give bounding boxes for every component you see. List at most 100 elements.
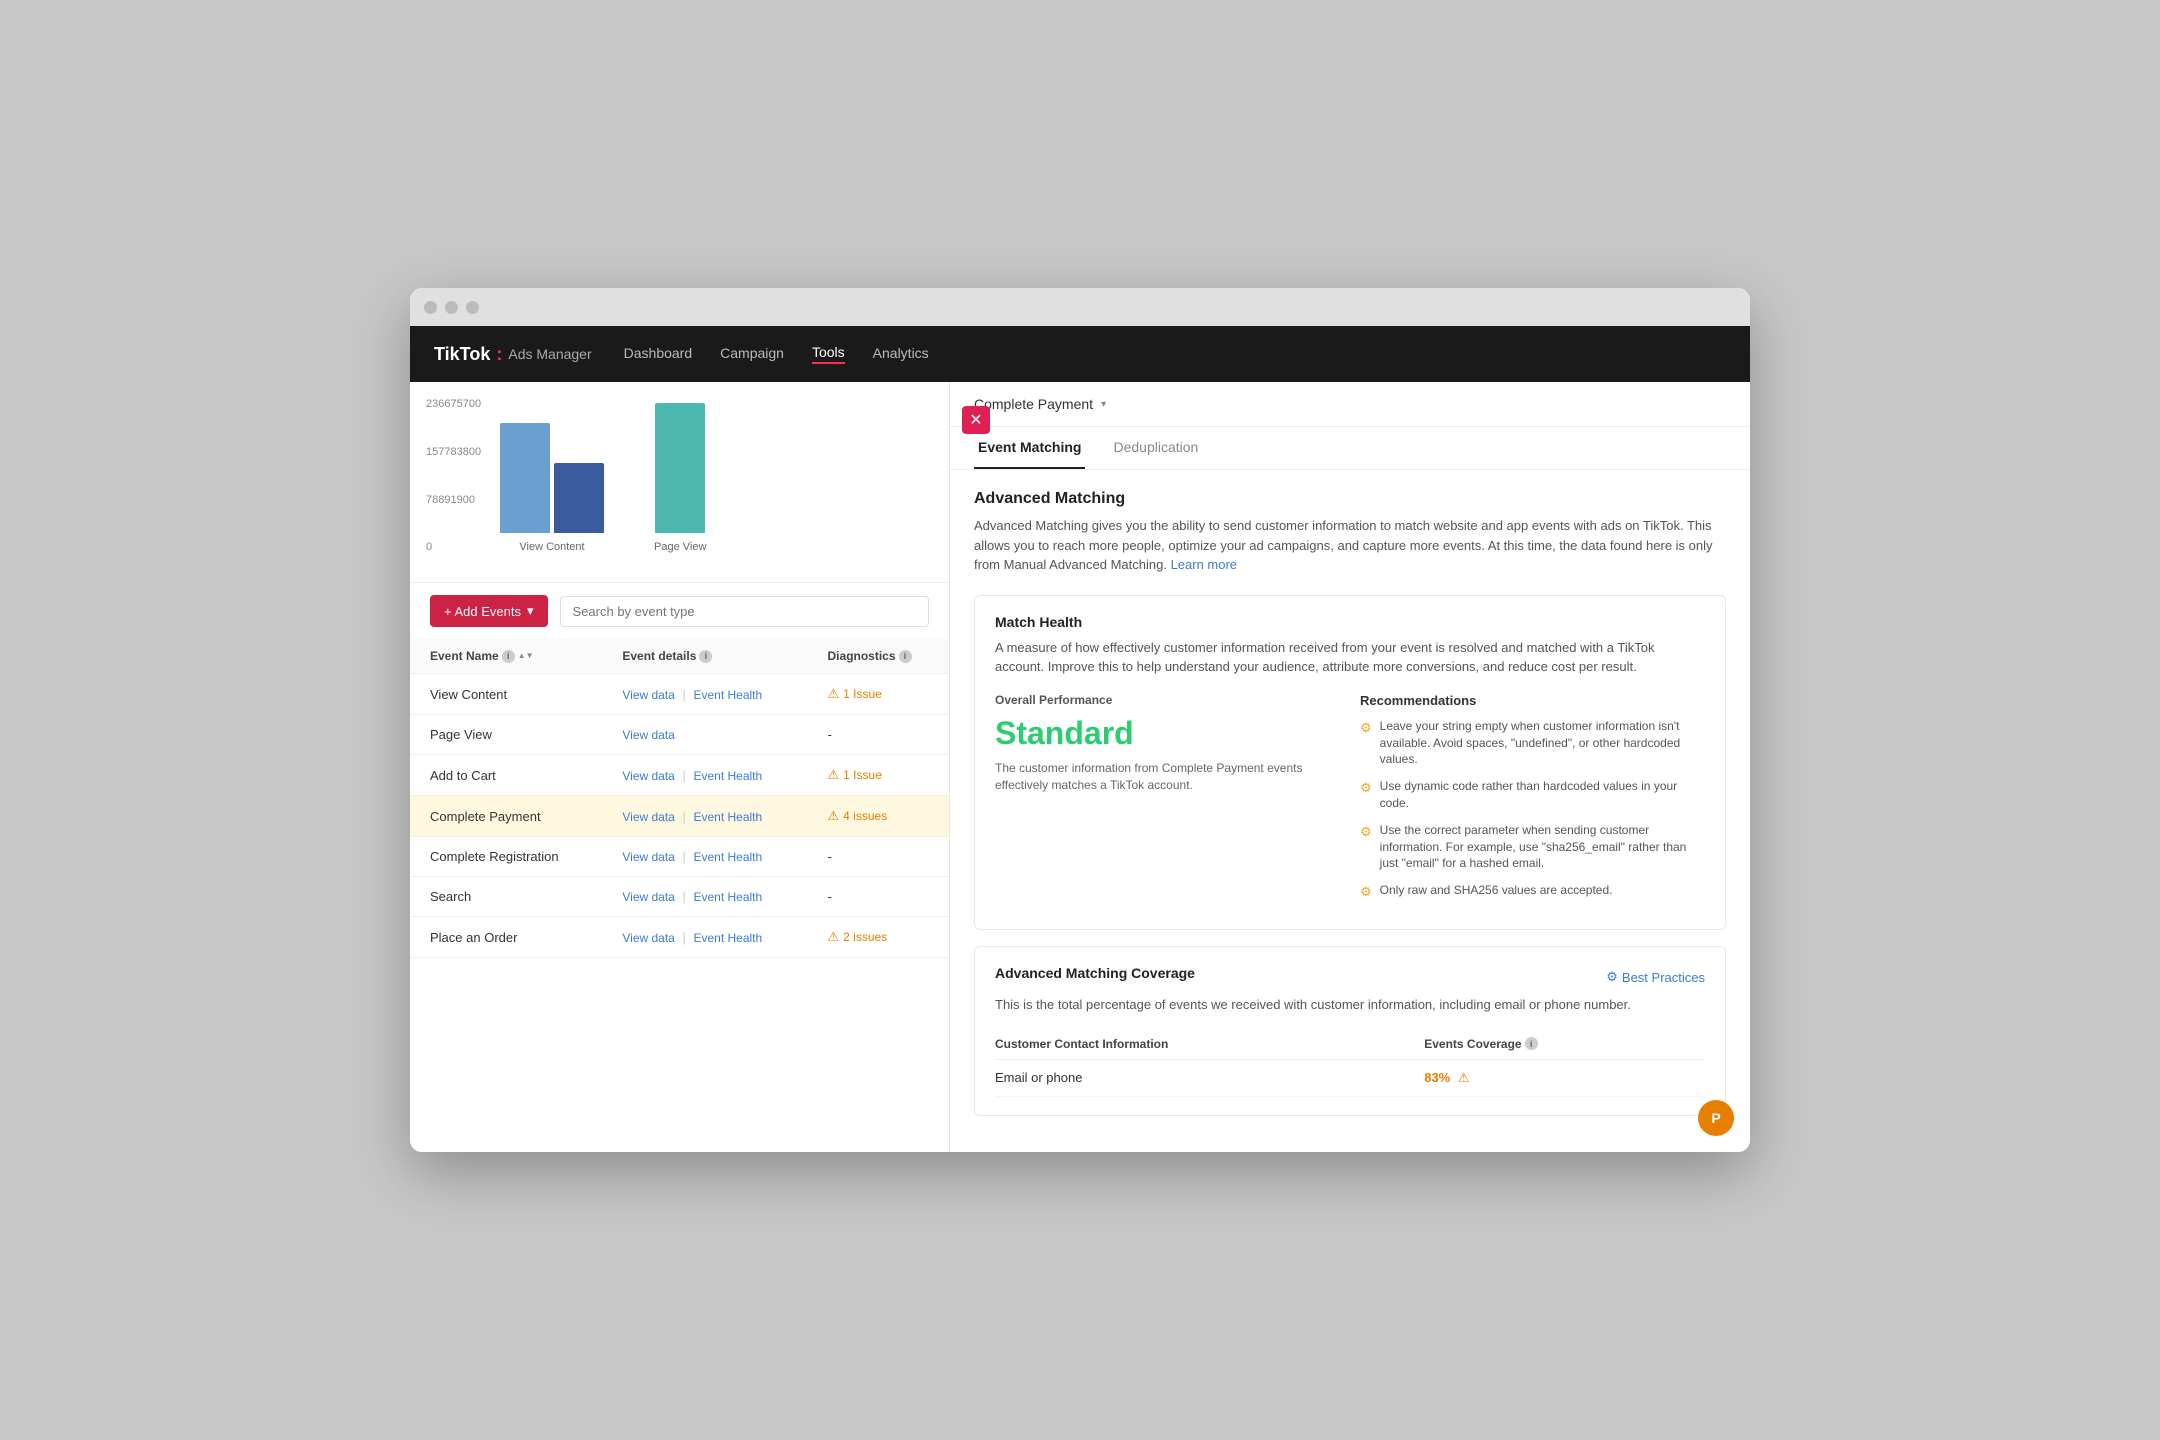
search-input[interactable] bbox=[560, 596, 929, 627]
recommendations-col: Recommendations ⚙ Leave your string empt… bbox=[1360, 693, 1705, 912]
brand-logo: TikTok: Ads Manager bbox=[434, 344, 592, 365]
best-practices-icon: ⚙ bbox=[1606, 969, 1618, 985]
event-health-link[interactable]: Event Health bbox=[693, 931, 762, 945]
add-events-chevron: ▾ bbox=[527, 603, 534, 619]
chart-bars: View Content Page View bbox=[500, 398, 929, 553]
coverage-desc: This is the total percentage of events w… bbox=[995, 995, 1705, 1015]
top-nav: TikTok: Ads Manager Dashboard Campaign T… bbox=[410, 326, 1750, 382]
warn-icon: ⚠ bbox=[828, 686, 840, 702]
right-panel: ✕ Complete Payment ▾ Event Matching Dedu… bbox=[950, 382, 1750, 1152]
view-data-link[interactable]: View data bbox=[622, 850, 674, 864]
event-details-cell: View data | Event Health bbox=[602, 796, 807, 837]
event-health-link[interactable]: Event Health bbox=[693, 769, 762, 783]
bar-group-page-view: Page View bbox=[654, 403, 706, 553]
bar-inner-1 bbox=[500, 423, 604, 533]
close-btn[interactable] bbox=[424, 301, 437, 314]
y-label-1: 157783800 bbox=[426, 446, 481, 458]
y-label-0: 236675700 bbox=[426, 398, 481, 410]
match-health-desc: A measure of how effectively customer in… bbox=[995, 638, 1705, 677]
coverage-header-row: Customer Contact Information Events Cove… bbox=[995, 1029, 1705, 1060]
y-label-2: 78891900 bbox=[426, 494, 481, 506]
issue-count: 1 Issue bbox=[843, 687, 882, 701]
diagnostics-cell: - bbox=[808, 837, 949, 877]
diagnostics-info-icon: i bbox=[899, 650, 912, 663]
issue-count: 2 issues bbox=[843, 930, 887, 944]
event-name-cell: Add to Cart bbox=[410, 755, 602, 796]
table-row: Complete Registration View data | Event … bbox=[410, 837, 949, 877]
coverage-value-cell: 83% ⚠ bbox=[1424, 1059, 1705, 1096]
issue-count: 4 issues bbox=[843, 809, 887, 823]
coverage-title: Advanced Matching Coverage bbox=[995, 965, 1195, 981]
issue-badge: ⚠ 1 Issue bbox=[828, 686, 929, 702]
event-name-cell: Complete Payment bbox=[410, 796, 602, 837]
selected-event-name: Complete Payment bbox=[974, 396, 1093, 412]
rec-item-1: ⚙ Use dynamic code rather than hardcoded… bbox=[1360, 778, 1705, 812]
view-data-link[interactable]: View data bbox=[622, 728, 674, 742]
event-details-cell: View data bbox=[602, 715, 807, 755]
diagnostics-cell: - bbox=[808, 877, 949, 917]
tab-deduplication[interactable]: Deduplication bbox=[1109, 427, 1202, 469]
chart-y-labels: 236675700 157783800 78891900 0 bbox=[426, 398, 481, 553]
diagnostics-cell: ⚠ 1 Issue bbox=[808, 674, 949, 715]
issue-badge: ⚠ 2 issues bbox=[828, 929, 929, 945]
bar-blue-light bbox=[500, 423, 550, 533]
rec-icon-2: ⚙ bbox=[1360, 823, 1372, 872]
table-controls: + Add Events ▾ bbox=[410, 582, 949, 639]
view-data-link[interactable]: View data bbox=[622, 688, 674, 702]
close-panel-button[interactable]: ✕ bbox=[962, 406, 990, 434]
left-panel: 236675700 157783800 78891900 0 View Cont… bbox=[410, 382, 950, 1152]
events-coverage-info-icon: i bbox=[1525, 1037, 1538, 1050]
overall-performance-label: Overall Performance bbox=[995, 693, 1340, 707]
events-table: Event Name i ▲▼ Event details i bbox=[410, 639, 949, 958]
event-health-link[interactable]: Event Health bbox=[693, 688, 762, 702]
event-details-cell: View data | Event Health bbox=[602, 674, 807, 715]
minimize-btn[interactable] bbox=[445, 301, 458, 314]
sort-icon[interactable]: ▲▼ bbox=[518, 652, 534, 660]
nav-campaign[interactable]: Campaign bbox=[720, 345, 784, 363]
view-data-link[interactable]: View data bbox=[622, 890, 674, 904]
event-details-cell: View data | Event Health bbox=[602, 877, 807, 917]
user-avatar[interactable]: P bbox=[1698, 1100, 1734, 1136]
view-data-link[interactable]: View data bbox=[622, 769, 674, 783]
performance-rating: Standard bbox=[995, 715, 1340, 752]
event-health-link[interactable]: Event Health bbox=[693, 890, 762, 904]
rec-icon-1: ⚙ bbox=[1360, 779, 1372, 812]
coverage-pct: 83% bbox=[1424, 1070, 1450, 1085]
advanced-matching-title: Advanced Matching bbox=[974, 490, 1726, 508]
table-row: Place an Order View data | Event Health … bbox=[410, 917, 949, 958]
rec-icon-3: ⚙ bbox=[1360, 883, 1372, 901]
best-practices-link[interactable]: ⚙ Best Practices bbox=[1606, 969, 1705, 985]
right-panel-header: Complete Payment ▾ bbox=[950, 382, 1750, 427]
coverage-card: Advanced Matching Coverage ⚙ Best Practi… bbox=[974, 946, 1726, 1116]
maximize-btn[interactable] bbox=[466, 301, 479, 314]
issue-count: 1 Issue bbox=[843, 768, 882, 782]
view-data-link[interactable]: View data bbox=[622, 810, 674, 824]
nav-dashboard[interactable]: Dashboard bbox=[624, 345, 693, 363]
th-event-details: Event details i bbox=[602, 639, 807, 674]
event-name-cell: Complete Registration bbox=[410, 837, 602, 877]
table-header-row: Event Name i ▲▼ Event details i bbox=[410, 639, 949, 674]
event-name-info-icon: i bbox=[502, 650, 515, 663]
event-details-info-icon: i bbox=[699, 650, 712, 663]
event-details-cell: View data | Event Health bbox=[602, 755, 807, 796]
issue-badge: ⚠ 1 Issue bbox=[828, 767, 929, 783]
match-health-card: Match Health A measure of how effectivel… bbox=[974, 595, 1726, 931]
diagnostics-cell: - bbox=[808, 715, 949, 755]
table-row: Page View View data - bbox=[410, 715, 949, 755]
main-area: 236675700 157783800 78891900 0 View Cont… bbox=[410, 382, 1750, 1152]
nav-tools[interactable]: Tools bbox=[812, 344, 845, 364]
event-health-link[interactable]: Event Health bbox=[693, 850, 762, 864]
coverage-table: Customer Contact Information Events Cove… bbox=[995, 1029, 1705, 1097]
view-data-link[interactable]: View data bbox=[622, 931, 674, 945]
brand-sub: Ads Manager bbox=[508, 346, 591, 362]
add-events-button[interactable]: + Add Events ▾ bbox=[430, 595, 548, 627]
event-dropdown-arrow[interactable]: ▾ bbox=[1101, 399, 1106, 410]
bar-group-view-content: View Content bbox=[500, 423, 604, 553]
th-events-coverage: Events Coverage i bbox=[1424, 1029, 1705, 1060]
recommendations-title: Recommendations bbox=[1360, 693, 1705, 708]
nav-analytics[interactable]: Analytics bbox=[873, 345, 929, 363]
learn-more-link[interactable]: Learn more bbox=[1171, 557, 1237, 572]
rec-item-0: ⚙ Leave your string empty when customer … bbox=[1360, 718, 1705, 768]
tab-event-matching[interactable]: Event Matching bbox=[974, 427, 1085, 469]
event-health-link[interactable]: Event Health bbox=[693, 810, 762, 824]
